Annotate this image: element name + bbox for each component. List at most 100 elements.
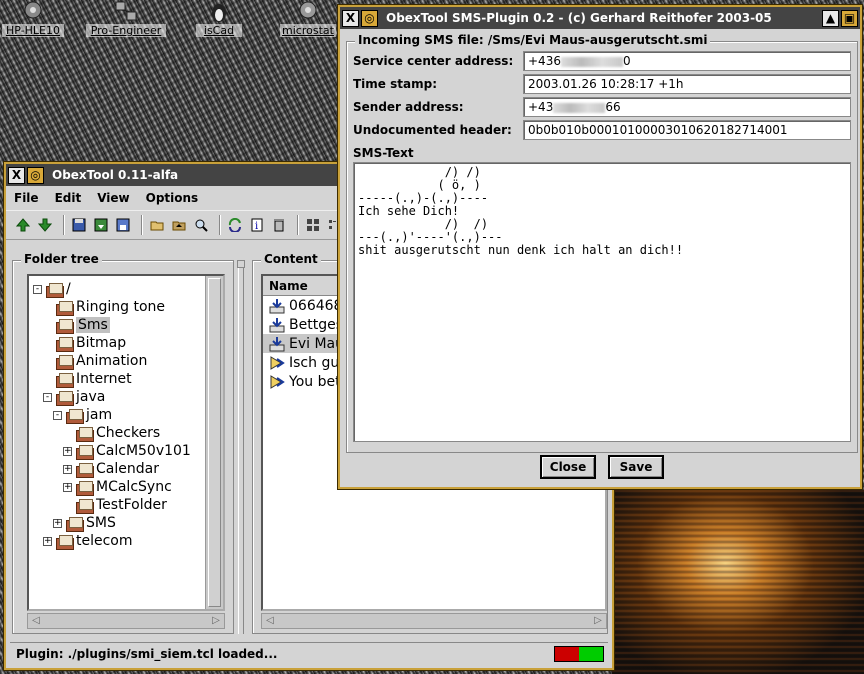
time-stamp-field[interactable]: 2003.01.26 10:28:17 +1h [523,74,851,94]
floppy-arrow-icon[interactable] [92,216,110,234]
floppy-box-icon[interactable] [114,216,132,234]
folder-tree-label: Folder tree [21,252,102,266]
sender-address-suffix: 66 [605,100,621,114]
scroll-left-icon[interactable]: ◁ [262,614,278,628]
arrow-up-icon[interactable] [14,216,32,234]
folder-tree[interactable]: - / Ringing tone Sms Bitmap Animation Internet… [27,274,225,611]
tree-item[interactable]: TestFolder [63,496,167,514]
content-row-label: 066468 [289,297,343,314]
time-stamp-row: Time stamp: 2003.01.26 10:28:17 +1h [353,73,851,95]
folder-icon [65,408,84,424]
close-icon[interactable]: X [342,9,359,27]
tree-horizontal-scrollbar[interactable]: ◁ ▷ [27,613,225,629]
desktop-icon-label: Pro-Engineer [86,24,166,37]
tree-item-label: telecom [76,533,133,549]
pane-splitter[interactable] [237,260,245,634]
sender-address-label: Sender address: [353,100,464,114]
folder-icon [55,318,74,334]
tree-item[interactable]: Ringing tone [43,298,165,316]
minimize-icon[interactable]: ▲ [822,9,839,27]
desktop-icon-label: microstat [280,24,336,37]
tree-item[interactable]: + CalcM50v101 [63,442,191,460]
arrow-down-icon[interactable] [36,216,54,234]
tree-item-label: Animation [76,353,148,369]
tree-item[interactable]: + Calendar [63,460,159,478]
tree-item[interactable]: Bitmap [43,334,126,352]
content-row-label: Isch gu [289,354,340,371]
tree-vertical-scrollbar[interactable] [205,276,223,609]
expand-icon[interactable]: + [63,482,72,492]
sms-plugin-window: X ◎ ObexTool SMS-Plugin 0.2 - (c) Gerhar… [338,5,862,489]
tree-item[interactable]: Sms [43,316,110,334]
scroll-right-icon[interactable]: ▷ [208,614,224,628]
sms-window-titlebar[interactable]: X ◎ ObexTool SMS-Plugin 0.2 - (c) Gerhar… [340,7,860,29]
service-center-suffix: 0 [622,54,631,68]
tree-item[interactable]: - / [33,280,71,298]
undocumented-header-field[interactable]: 0b0b010b00010100003010620182714001 [523,120,851,140]
tree-item[interactable]: - jam [53,406,112,424]
tree-item[interactable]: + SMS [53,514,116,532]
tree-item-label: Internet [76,371,132,387]
sms-out-icon [269,374,285,390]
trash-icon[interactable] [270,216,288,234]
service-center-row: Service center address: +436 0 [353,50,851,72]
folder-open-icon[interactable] [148,216,166,234]
info-icon[interactable]: i [248,216,266,234]
floppy-icon[interactable] [70,216,88,234]
maximize-icon[interactable]: ▣ [841,9,858,27]
tree-item-label: Ringing tone [76,299,166,315]
desktop-icon-label: HP-HLE10 [2,24,64,37]
tree-item-label: Sms [76,317,110,333]
close-button-label: Close [549,460,587,474]
sms-text-area[interactable]: /) /) ( ö, ) -----(.,)-(.,)---- Ich sehe… [353,162,851,442]
magnifier-icon[interactable] [192,216,210,234]
menu-file[interactable]: File [14,191,39,205]
expand-icon[interactable]: + [43,536,52,546]
expand-icon[interactable]: + [53,518,62,528]
folder-up-icon[interactable] [170,216,188,234]
content-horizontal-scrollbar[interactable]: ◁ ▷ [261,613,607,629]
expand-icon[interactable]: + [63,464,72,474]
tree-item[interactable]: + telecom [43,532,133,550]
sender-address-field[interactable]: +43 66 [523,97,851,117]
window-menu-icon[interactable]: ◎ [27,166,44,184]
desktop-icon-iscad[interactable]: isCad [196,0,242,42]
desktop-icon-microstat[interactable]: microstat [280,0,336,42]
toolbar-separator [297,215,299,235]
sender-address-prefix: +43 [528,100,554,114]
scrollbar-thumb[interactable] [208,278,221,607]
close-icon[interactable]: X [8,166,25,184]
collapse-icon[interactable]: - [43,392,52,402]
menu-edit[interactable]: Edit [55,191,82,205]
close-button[interactable]: Close [540,455,596,479]
expand-icon[interactable]: + [63,446,72,456]
gear-icon [20,0,46,24]
tree-item[interactable]: - java [43,388,105,406]
view-large-icon[interactable] [304,216,322,234]
save-button[interactable]: Save [608,455,664,479]
folder-icon [75,426,94,442]
tree-item[interactable]: Internet [43,370,132,388]
sms-out-icon [269,355,285,371]
refresh-icon[interactable] [226,216,244,234]
scroll-right-icon[interactable]: ▷ [590,614,606,628]
tree-item[interactable]: Checkers [63,424,160,442]
desktop-icon-pro-engineer[interactable]: Pro-Engineer [86,0,166,42]
scroll-left-icon[interactable]: ◁ [28,614,44,628]
collapse-icon[interactable]: - [33,284,42,294]
service-center-field[interactable]: +436 0 [523,51,851,71]
sms-text-label: SMS-Text [353,146,414,160]
collapse-icon[interactable]: - [53,410,62,420]
tree-item[interactable]: + MCalcSync [63,478,172,496]
desktop-icon-hp[interactable]: HP-HLE10 [2,0,64,42]
sms-window-title: ObexTool SMS-Plugin 0.2 - (c) Gerhard Re… [386,11,772,25]
menu-view[interactable]: View [97,191,129,205]
toolbar-separator [63,215,65,235]
folder-icon [55,372,74,388]
window-menu-icon[interactable]: ◎ [361,9,378,27]
tree-item[interactable]: Animation [43,352,147,370]
status-bar: Plugin: ./plugins/smi_siem.tcl loaded... [10,642,608,664]
content-row-label: Evi Mau [289,335,345,352]
status-indicator-green [579,647,603,661]
menu-options[interactable]: Options [146,191,199,205]
